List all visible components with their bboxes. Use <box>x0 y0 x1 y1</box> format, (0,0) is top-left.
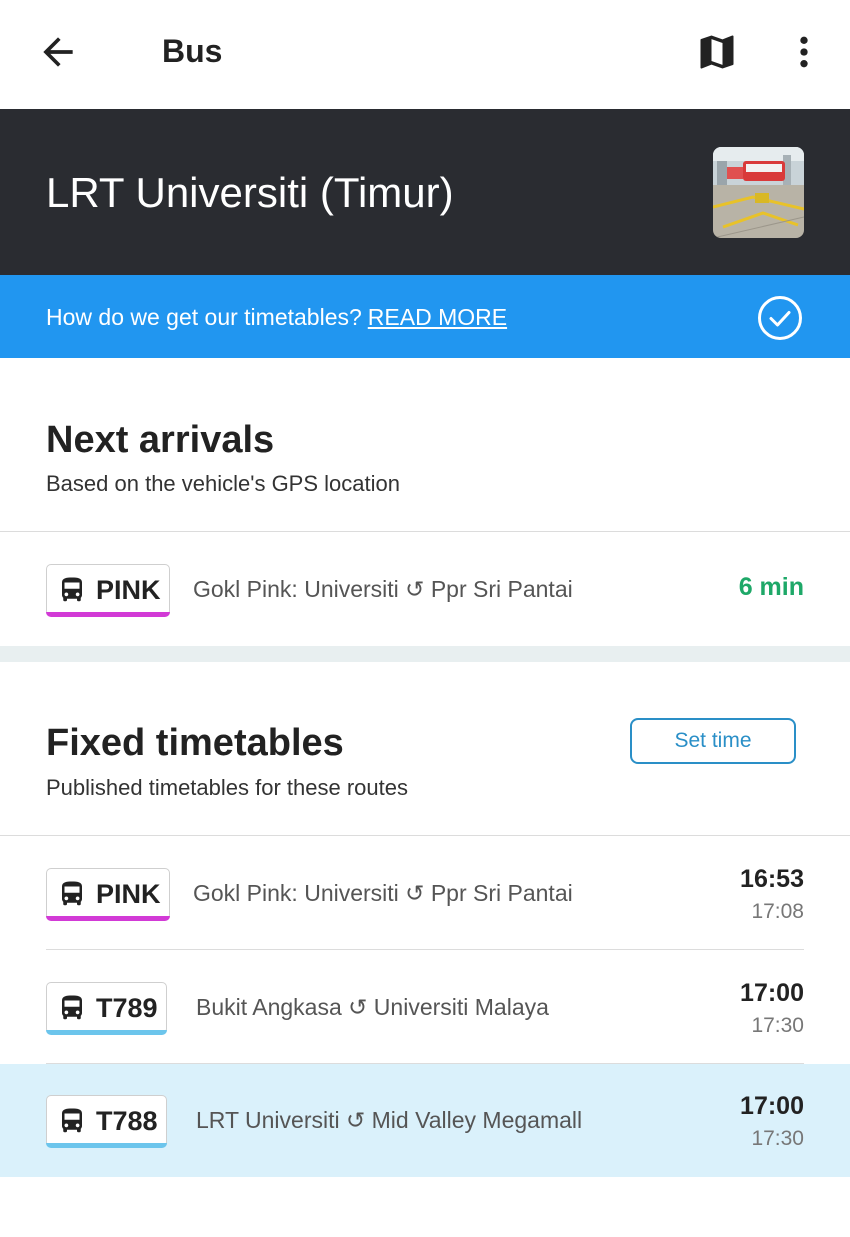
page-title: Bus <box>162 33 223 69</box>
info-banner-text: How do we get our timetables? READ MORE <box>46 304 507 331</box>
route-badge: T789 <box>45 982 168 1035</box>
bus-icon <box>62 995 82 1020</box>
section-separator <box>0 646 850 662</box>
arrival-row[interactable]: PINK Gokl Pink: Universiti ↺ Ppr Sri Pan… <box>0 533 850 646</box>
info-banner-message: How do we get our timetables? <box>46 304 362 330</box>
following-departure-time: 17:08 <box>751 900 804 923</box>
bus-icon <box>62 1108 82 1133</box>
route-code: T789 <box>96 992 158 1023</box>
route-color-bar <box>45 1029 168 1035</box>
route-description: Gokl Pink: Universiti ↺ Ppr Sri Pantai <box>193 576 573 602</box>
eta: 6 min <box>738 573 804 601</box>
bus-icon <box>62 881 82 906</box>
route-badge: PINK <box>45 868 171 921</box>
route-description: Gokl Pink: Universiti ↺ Ppr Sri Pantai <box>193 880 573 906</box>
fixed-timetables-title: Fixed timetables <box>46 722 344 764</box>
map-icon[interactable] <box>695 30 739 74</box>
fixed-timetables-subtitle: Published timetables for these routes <box>46 775 408 800</box>
route-badge: PINK <box>45 564 171 617</box>
divider <box>0 531 850 532</box>
timetable-row[interactable]: PINK Gokl Pink: Universiti ↺ Ppr Sri Pan… <box>0 837 850 950</box>
next-departure-time: 17:00 <box>740 1092 804 1120</box>
info-banner: How do we get our timetables? READ MORE <box>0 275 850 358</box>
route-description: LRT Universiti ↺ Mid Valley Megamall <box>196 1107 583 1133</box>
following-departure-time: 17:30 <box>751 1127 804 1150</box>
read-more-link[interactable]: READ MORE <box>368 304 507 330</box>
more-vert-icon[interactable] <box>784 30 824 74</box>
app-bar: Bus <box>0 0 850 109</box>
next-departure-time: 16:53 <box>740 865 804 893</box>
next-departure-time: 17:00 <box>740 979 804 1007</box>
route-badge: T788 <box>45 1095 168 1148</box>
stop-photo[interactable] <box>713 147 804 238</box>
bus-icon <box>62 577 82 602</box>
following-departure-time: 17:30 <box>751 1014 804 1037</box>
stop-name: LRT Universiti (Timur) <box>46 169 454 216</box>
route-color-bar <box>45 1142 168 1148</box>
route-color-bar <box>45 611 171 617</box>
next-arrivals-title: Next arrivals <box>46 419 275 461</box>
route-code: PINK <box>96 574 161 605</box>
divider <box>46 949 804 950</box>
timetable-row[interactable]: T789 Bukit Angkasa ↺ Universiti Malaya 1… <box>0 951 850 1064</box>
route-description: Bukit Angkasa ↺ Universiti Malaya <box>196 994 549 1020</box>
next-arrivals-subtitle: Based on the vehicle's GPS location <box>46 471 400 496</box>
stop-header: LRT Universiti (Timur) <box>0 109 850 275</box>
route-code: PINK <box>96 878 161 909</box>
arrow-left-icon[interactable] <box>36 30 80 74</box>
route-code: T788 <box>96 1105 158 1136</box>
set-time-button[interactable]: Set time <box>630 718 796 764</box>
divider <box>0 835 850 836</box>
check-circle-icon[interactable] <box>757 295 803 341</box>
timetable-row[interactable]: T788 LRT Universiti ↺ Mid Valley Megamal… <box>0 1064 850 1177</box>
route-color-bar <box>45 915 171 921</box>
